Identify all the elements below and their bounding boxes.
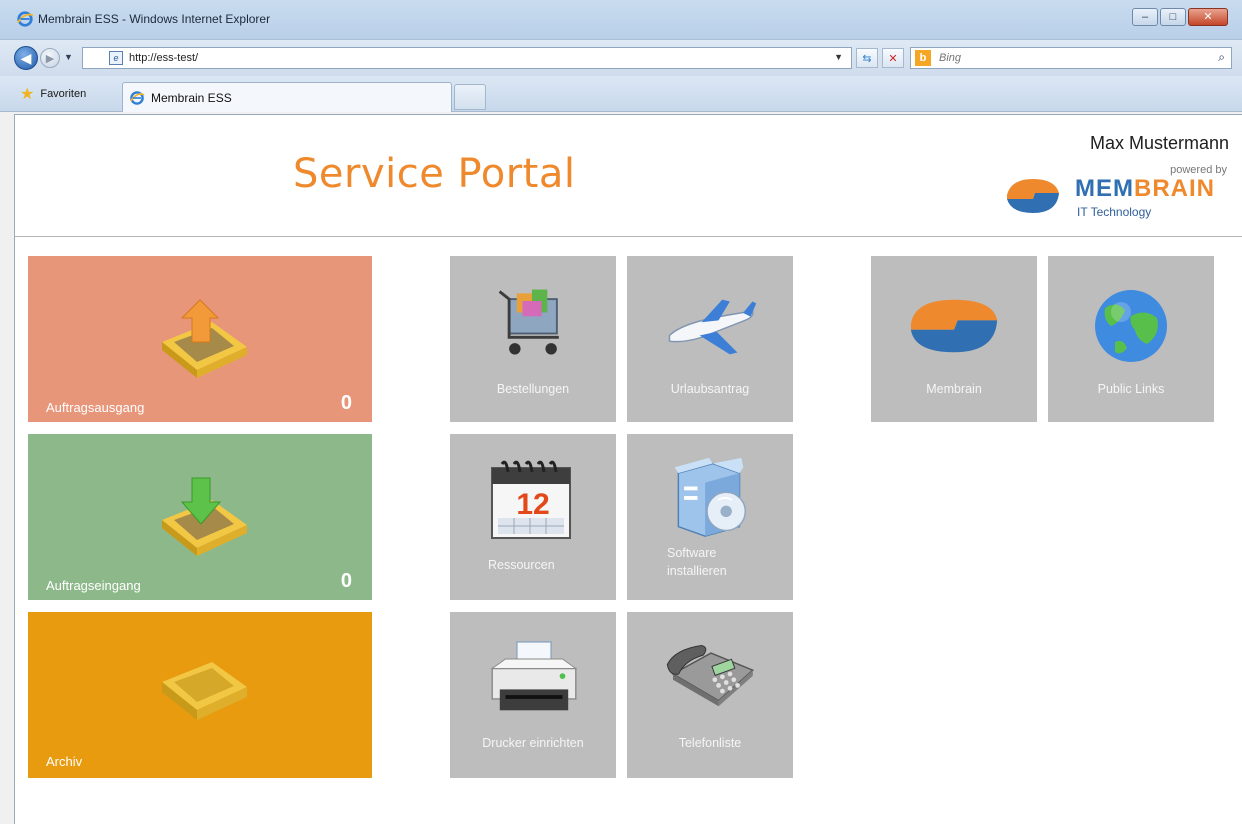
refresh-button[interactable]: ⇆ — [856, 48, 878, 68]
tile-telefonliste[interactable]: Telefonliste — [627, 612, 793, 778]
user-name[interactable]: Max Mustermann — [1090, 133, 1229, 154]
tile-label: Drucker einrichten — [482, 736, 584, 750]
maximize-button[interactable]: □ — [1160, 8, 1186, 26]
tile-label: Auftragsausgang — [46, 400, 145, 415]
ie-tab-icon — [129, 90, 145, 105]
tile-drucker-einrichten[interactable]: Drucker einrichten — [450, 612, 616, 778]
bing-icon: b — [915, 50, 931, 66]
minimize-button[interactable]: – — [1132, 8, 1158, 26]
airplane-icon — [668, 299, 757, 355]
tab-label: Membrain ESS — [151, 90, 232, 105]
telephone-icon — [666, 645, 755, 707]
page-icon: e — [109, 51, 123, 65]
inbox-tray-icon — [162, 477, 247, 556]
tile-ressourcen[interactable]: 12 Ressourcen — [450, 434, 616, 600]
url-dropdown-icon[interactable]: ▼ — [834, 52, 843, 62]
brand-subtitle: IT Technology — [1077, 205, 1152, 219]
membrain-logo-icon — [910, 299, 998, 353]
tile-label: Telefonliste — [678, 736, 742, 750]
search-icon[interactable]: ⌕ — [1218, 50, 1225, 65]
back-button[interactable]: ◀ — [14, 46, 38, 70]
window-controls: – □ ✕ — [1132, 8, 1228, 26]
archive-tray-icon — [162, 662, 247, 720]
tile-label-line2: installieren — [667, 564, 727, 578]
url-text: http://ess-test/ — [129, 52, 199, 64]
window-title: Membrain ESS - Windows Internet Explorer — [38, 12, 271, 26]
tile-auftragseingang[interactable]: Auftragseingang 0 — [28, 434, 372, 600]
tab-bar: ★ Favoriten Membrain ESS — [0, 76, 1242, 112]
tile-label: Bestellungen — [496, 382, 570, 396]
favorites-button[interactable]: ★ Favoriten — [20, 84, 86, 104]
stop-button[interactable]: ✕ — [882, 48, 904, 68]
brand-name: MEMBRAIN — [1075, 175, 1215, 202]
tile-label: Ressourcen — [488, 558, 555, 572]
inbox-count: 0 — [340, 570, 352, 592]
stop-icon: ✕ — [888, 52, 898, 65]
search-field[interactable]: b ⌕ — [910, 47, 1232, 69]
tile-label: Public Links — [1097, 382, 1165, 396]
tile-label: Archiv — [46, 754, 83, 769]
tile-software-installieren[interactable]: Software installieren — [627, 434, 793, 600]
shopping-cart-icon — [498, 289, 559, 355]
forward-button[interactable]: ▶ — [40, 48, 60, 68]
page-title: Service Portal — [293, 151, 576, 197]
new-tab-button[interactable] — [454, 84, 486, 110]
star-icon: ★ — [20, 86, 35, 103]
tile-bestellungen[interactable]: Bestellungen — [450, 256, 616, 422]
tile-public-links[interactable]: Public Links — [1048, 256, 1214, 422]
tile-membrain[interactable]: Membrain — [871, 256, 1037, 422]
tile-archiv[interactable]: Archiv — [28, 612, 372, 778]
membrain-logo-icon — [1007, 179, 1059, 213]
printer-icon — [490, 641, 578, 711]
tile-label: Auftragseingang — [46, 578, 141, 593]
tile-label: Membrain — [926, 382, 982, 396]
url-field[interactable]: e http://ess-test/ ▼ — [82, 47, 852, 69]
page-content: Service Portal Max Mustermann powered by… — [14, 114, 1242, 824]
favorites-label: Favoriten — [40, 88, 87, 100]
search-input[interactable] — [939, 52, 1189, 64]
close-button[interactable]: ✕ — [1188, 8, 1228, 26]
url-tools: ⇆ ✕ — [856, 48, 904, 68]
outbox-tray-icon — [162, 299, 247, 378]
portal-header: Service Portal Max Mustermann powered by… — [15, 115, 1242, 237]
address-bar: ◀ ▶ ▼ e http://ess-test/ ▼ ⇆ ✕ b ⌕ — [0, 40, 1242, 76]
window-titlebar: Membrain ESS - Windows Internet Explorer… — [0, 0, 1242, 40]
tile-label-line1: Software — [667, 546, 717, 560]
outbox-count: 0 — [340, 392, 352, 414]
calendar-day: 12 — [516, 488, 550, 521]
tile-label: Urlaubsantrag — [670, 382, 750, 396]
software-box-icon — [674, 457, 746, 537]
recent-pages-dropdown-icon[interactable]: ▼ — [64, 52, 73, 62]
tile-auftragsausgang[interactable]: Auftragsausgang 0 — [28, 256, 372, 422]
tab-membrain-ess[interactable]: Membrain ESS — [122, 82, 452, 112]
tile-urlaubsantrag[interactable]: Urlaubsantrag — [627, 256, 793, 422]
ie-logo-icon — [17, 11, 34, 27]
refresh-icon: ⇆ — [862, 52, 872, 65]
back-arrow-icon: ◀ — [20, 49, 32, 66]
forward-arrow-icon: ▶ — [45, 52, 55, 65]
globe-icon — [1095, 290, 1167, 362]
